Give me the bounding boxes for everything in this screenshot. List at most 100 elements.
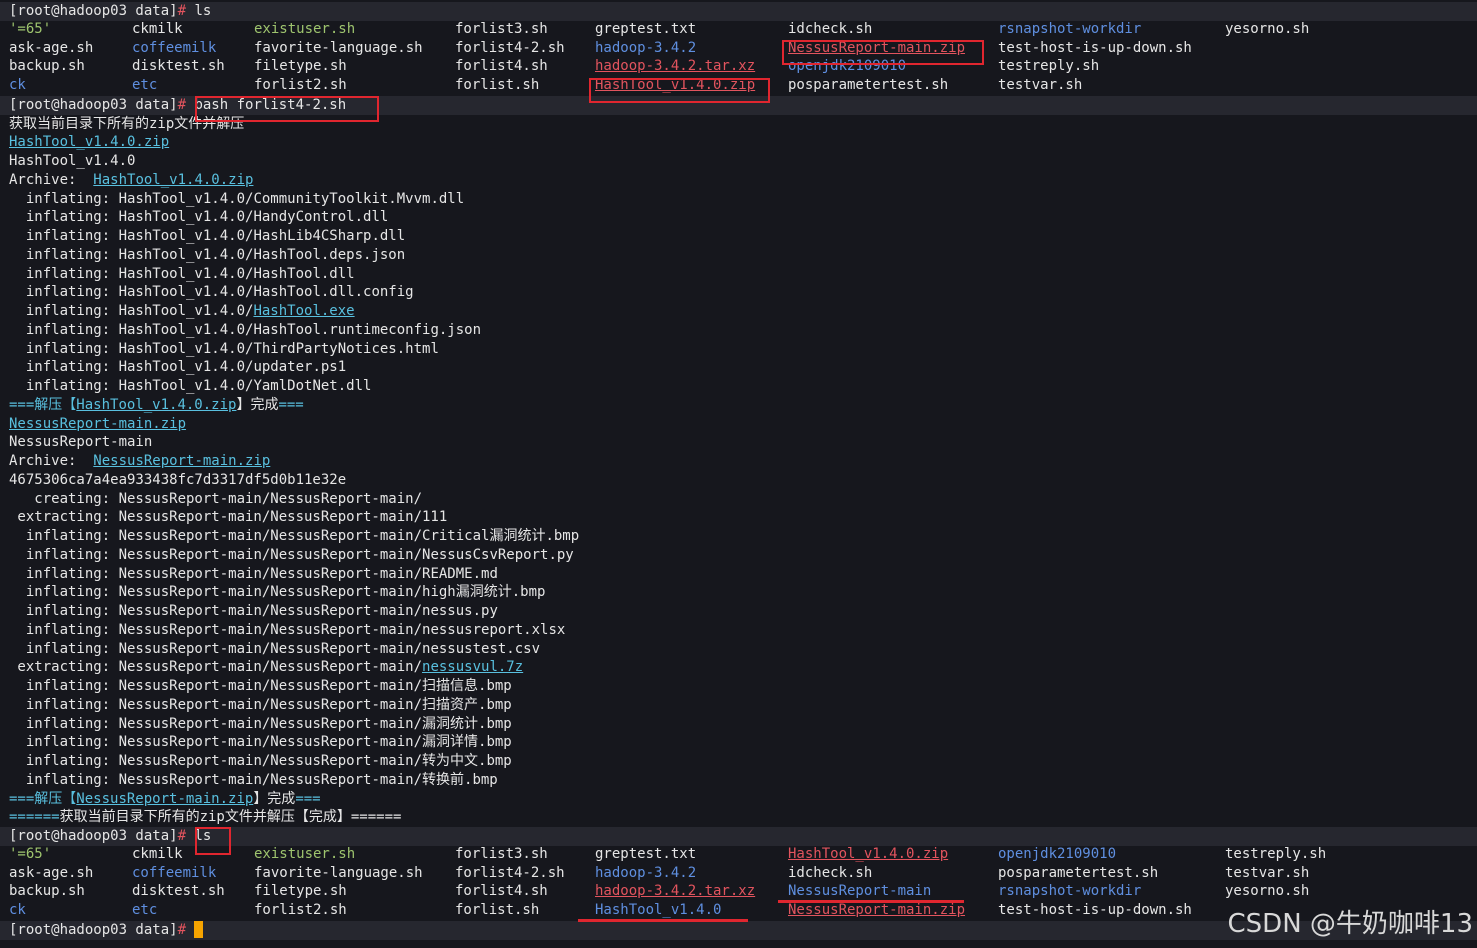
ls-entry[interactable]: etc — [132, 902, 157, 918]
ls-entry[interactable]: forlist.sh — [455, 902, 539, 918]
inflating-line: inflating: NessusReport-main/NessusRepor… — [9, 621, 1477, 640]
exe-link[interactable]: HashTool.exe — [253, 303, 354, 319]
watermark: CSDN @牛奶咖啡13 — [1227, 909, 1473, 939]
terminal[interactable]: [root@hadoop03 data]# ls '=65' ckmilk exist… — [0, 2, 1477, 940]
ls-entry[interactable]: rsnapshot-workdir — [998, 883, 1141, 899]
ls-entry[interactable]: hadoop-3.4.2.tar.xz — [595, 58, 755, 74]
ls-entry[interactable]: forlist4-2.sh — [455, 40, 565, 56]
ls-entry[interactable]: ask-age.sh — [9, 40, 93, 56]
ls-row: ck etc forlist2.sh forlist.sh HashTool_v1.4.… — [9, 77, 1477, 96]
command-text: ls — [194, 3, 212, 19]
ls-entry[interactable]: coffeemilk — [132, 40, 216, 56]
ls-entry[interactable]: rsnapshot-workdir — [998, 21, 1141, 37]
ls-entry[interactable]: testreply.sh — [1225, 846, 1326, 862]
inflating-label: inflating: — [9, 378, 119, 394]
ls-entry[interactable]: greptest.txt — [595, 21, 696, 37]
inflating-line: inflating: NessusReport-main/NessusRepor… — [9, 527, 1477, 546]
done-link[interactable]: NessusReport-main.zip — [76, 791, 253, 807]
ls-entry[interactable]: forlist3.sh — [455, 21, 548, 37]
ls-entry[interactable]: idcheck.sh — [788, 865, 872, 881]
inflating-label: inflating: — [9, 621, 119, 638]
ls-entry[interactable]: openjdk2109010 — [788, 58, 906, 74]
ls-entry[interactable]: ckmilk — [132, 846, 183, 862]
ls-entry[interactable]: ckmilk — [132, 21, 183, 37]
inflating-line: inflating: HashTool_v1.4.0/HandyControl.… — [9, 208, 1477, 227]
inflating-line: inflating: HashTool_v1.4.0/HashTool.deps… — [9, 246, 1477, 265]
inflating-line: inflating: NessusReport-main/NessusRepor… — [9, 715, 1477, 734]
inflating-path: NessusReport-main/NessusReport-main/转为中文… — [118, 753, 512, 769]
ls-entry[interactable]: '=65' — [9, 846, 51, 862]
archive-link[interactable]: HashTool_v1.4.0.zip — [93, 172, 253, 188]
ls-entry[interactable]: posparametertest.sh — [998, 865, 1158, 881]
ls-entry[interactable]: forlist4-2.sh — [455, 865, 565, 881]
ls-entry[interactable]: disktest.sh — [132, 58, 225, 74]
done-link[interactable]: HashTool_v1.4.0.zip — [76, 397, 236, 413]
archive-link[interactable]: NessusReport-main.zip — [93, 453, 270, 469]
ls-entry[interactable]: testvar.sh — [1225, 865, 1309, 881]
ls-entry[interactable]: etc — [132, 77, 157, 93]
ls-entry[interactable]: existuser.sh — [254, 21, 355, 37]
ls-entry[interactable]: HashTool_v1.4.0.zip — [788, 846, 948, 862]
ls-entry[interactable]: backup.sh — [9, 58, 85, 74]
eq-marker: === — [9, 790, 35, 807]
output-text: 获取当前目录下所有的zip文件并解压 — [9, 115, 245, 132]
inflating-line: inflating: HashTool_v1.4.0/HashTool.dll — [9, 265, 1477, 284]
ls-entry[interactable]: yesorno.sh — [1225, 21, 1309, 37]
prompt-line-3: [root@hadoop03 data]# ls — [0, 827, 1477, 846]
ls-entry[interactable]: ask-age.sh — [9, 865, 93, 881]
ls-entry[interactable]: '=65' — [9, 21, 51, 37]
ls-entry[interactable]: NessusReport-main.zip — [788, 40, 965, 56]
output-text: creating: NessusReport-main/NessusReport… — [9, 490, 423, 507]
eq-marker: === — [295, 790, 321, 807]
ls-entry[interactable]: test-host-is-up-down.sh — [998, 40, 1192, 56]
ls-entry[interactable]: forlist.sh — [455, 77, 539, 93]
ls-entry[interactable]: forlist4.sh — [455, 883, 548, 899]
ls-entry[interactable]: yesorno.sh — [1225, 883, 1309, 899]
done-pre: 解压【 — [34, 396, 77, 413]
prompt-line-2: [root@hadoop03 data]# bash forlist4-2.sh — [0, 95, 1477, 115]
inflating-line: inflating: NessusReport-main/NessusRepor… — [9, 752, 1477, 771]
ls-entry[interactable]: idcheck.sh — [788, 21, 872, 37]
extracting-path: extracting: NessusReport-main/NessusRepo… — [9, 659, 423, 676]
inflating-path: HashTool_v1.4.0/CommunityToolkit.Mvvm.dl… — [118, 190, 465, 207]
ls-entry[interactable]: filetype.sh — [254, 883, 347, 899]
ls-entry[interactable]: forlist2.sh — [254, 77, 347, 93]
inflating-path: HashTool_v1.4.0/HashLib4CSharp.dll — [118, 228, 406, 244]
ls-row: ask-age.sh coffeemilk favorite-language.sh… — [9, 865, 1477, 884]
prompt-hash: # — [177, 3, 195, 19]
ls-entry[interactable]: HashTool_v1.4.0.zip — [595, 77, 755, 93]
ls-entry[interactable]: backup.sh — [9, 883, 85, 899]
ls-entry[interactable]: openjdk2109010 — [998, 846, 1116, 862]
ls-entry[interactable]: ck — [9, 902, 26, 918]
ls-entry[interactable]: forlist3.sh — [455, 846, 548, 862]
inflating-line: inflating: NessusReport-main/NessusRepor… — [9, 546, 1477, 565]
output-line: 获取当前目录下所有的zip文件并解压 — [9, 115, 1477, 134]
inflating-path: NessusReport-main/NessusReport-main/ness… — [118, 640, 541, 657]
eq-marker: === — [278, 396, 304, 413]
ls-entry[interactable]: ck — [9, 77, 26, 93]
ls-entry[interactable]: favorite-language.sh — [254, 40, 423, 56]
ls-entry[interactable]: posparametertest.sh — [788, 77, 948, 93]
ls-entry[interactable]: disktest.sh — [132, 883, 225, 899]
ls-entry[interactable]: NessusReport-main — [788, 883, 931, 899]
cursor[interactable] — [194, 921, 204, 939]
ls-entry[interactable]: forlist2.sh — [254, 902, 347, 918]
inflating-line: inflating: HashTool_v1.4.0/CommunityTool… — [9, 190, 1477, 209]
ls-entry[interactable]: HashTool_v1.4.0 — [595, 902, 721, 918]
ls-entry[interactable]: greptest.txt — [595, 846, 696, 862]
ls-entry[interactable]: forlist4.sh — [455, 58, 548, 74]
ls-entry[interactable]: favorite-language.sh — [254, 865, 423, 881]
ls-entry[interactable]: filetype.sh — [254, 58, 347, 74]
ls-entry[interactable]: hadoop-3.4.2 — [595, 40, 696, 56]
ls-entry[interactable]: hadoop-3.4.2 — [595, 865, 696, 881]
ls-entry[interactable]: existuser.sh — [254, 846, 355, 862]
ls-entry[interactable]: testvar.sh — [998, 77, 1082, 93]
output-text: 4675306ca7a4ea933438fc7d3317df5d0b11e32e — [9, 471, 347, 488]
ls-entry[interactable]: hadoop-3.4.2.tar.xz — [595, 883, 755, 899]
inflating-line: inflating: NessusReport-main/NessusRepor… — [9, 640, 1477, 659]
7z-link[interactable]: nessusvul.7z — [422, 659, 523, 675]
ls-entry[interactable]: test-host-is-up-down.sh — [998, 902, 1192, 918]
ls-entry[interactable]: testreply.sh — [998, 58, 1099, 74]
ls-entry[interactable]: NessusReport-main.zip — [788, 902, 965, 918]
ls-entry[interactable]: coffeemilk — [132, 865, 216, 881]
